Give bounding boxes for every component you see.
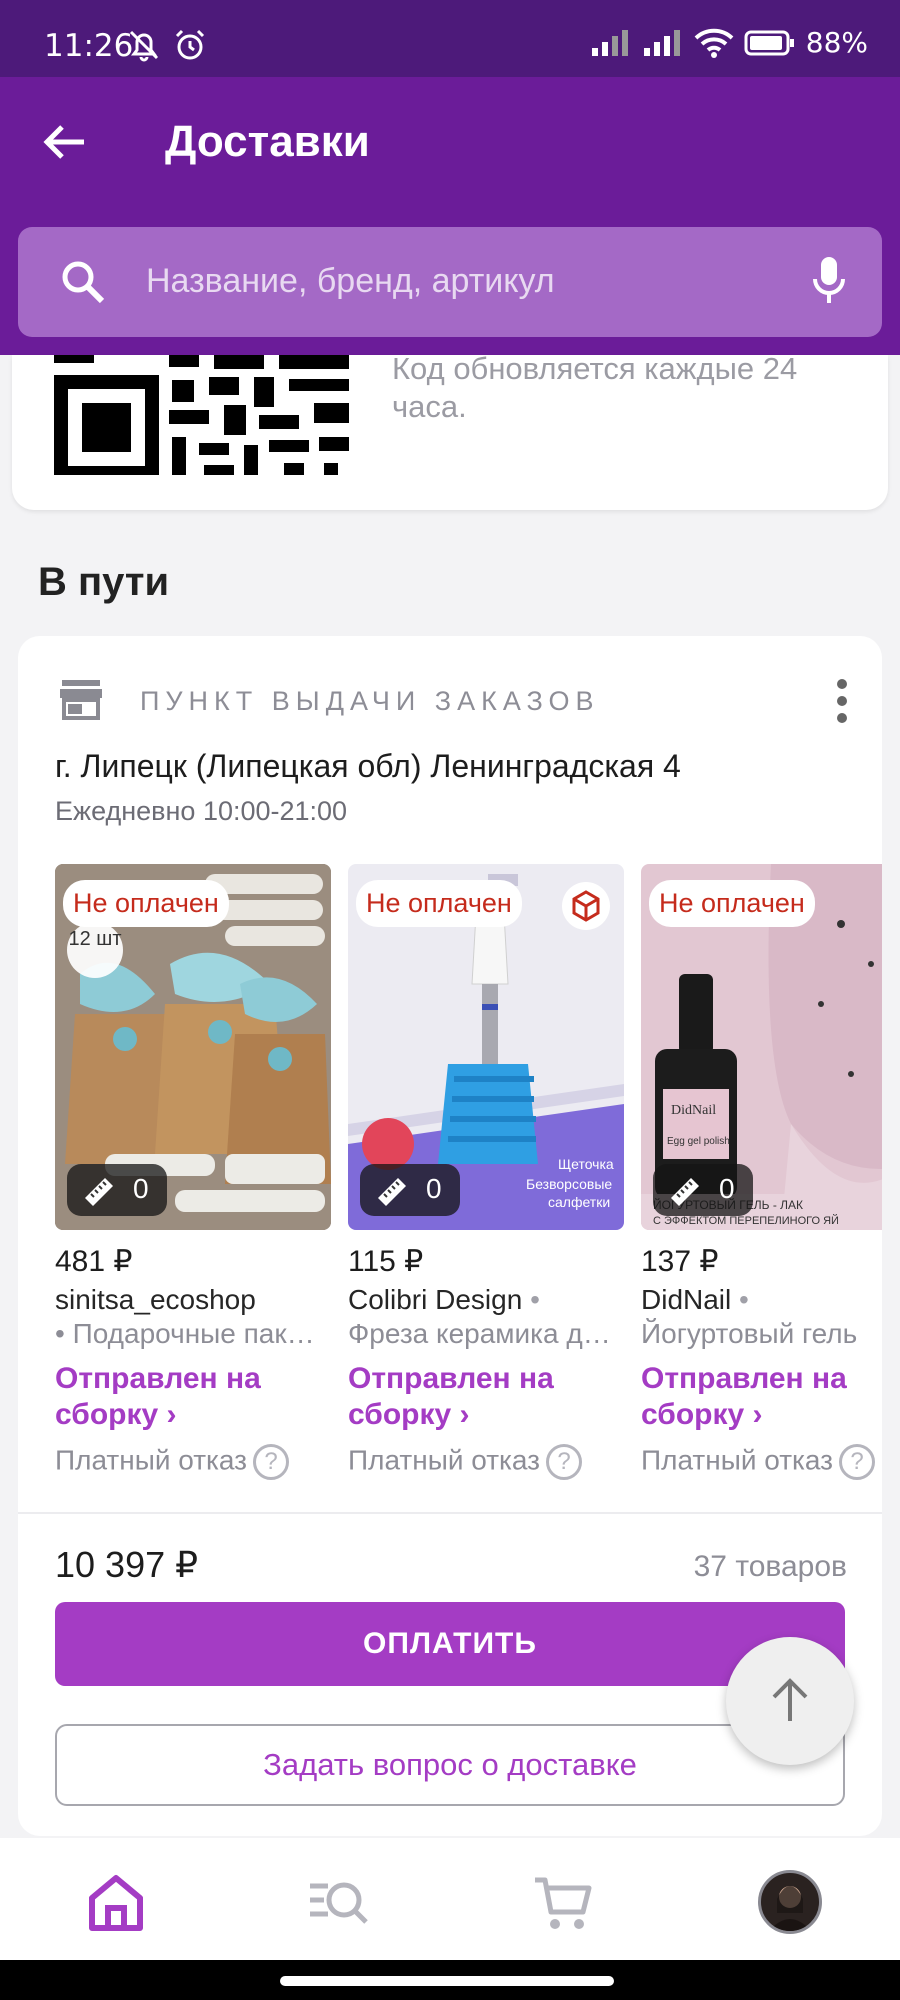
product-price: 137 ₽ <box>641 1245 719 1278</box>
size-pill[interactable]: 0 <box>67 1164 167 1216</box>
size-count: 0 <box>426 1173 442 1204</box>
product-card[interactable]: Щеточка Безворсовые салфетки Не оплачен … <box>348 864 624 1480</box>
store-icon <box>60 680 102 720</box>
battery-icon <box>744 30 794 55</box>
paid-refusal: Платный отказ? <box>55 1444 289 1480</box>
size-pill[interactable]: 0 <box>360 1164 460 1216</box>
size-pill[interactable]: 0 <box>653 1164 753 1216</box>
cube-icon <box>562 882 610 930</box>
app-bar: Доставки <box>0 77 900 355</box>
wifi-icon <box>694 28 734 58</box>
product-description: Йогуртовый гель <box>641 1318 858 1349</box>
paid-refusal: Платный отказ? <box>348 1444 582 1480</box>
svg-text:салфетки: салфетки <box>548 1194 610 1210</box>
seller-name: DidNail <box>641 1284 732 1315</box>
product-status-link[interactable]: Отправлен на сборку › <box>55 1361 331 1433</box>
product-image-gift-bags[interactable]: Не оплачен 12 шт 0 <box>55 864 331 1230</box>
signal-icon <box>591 29 628 56</box>
qr-code-card: Код обновляется каждые 24 часа. <box>12 355 888 510</box>
product-seller: DidNail • <box>641 1284 749 1316</box>
svg-text:DidNail: DidNail <box>671 1103 716 1118</box>
paid-refusal: Платный отказ? <box>641 1444 875 1480</box>
alarm-icon <box>175 29 205 60</box>
search-bar[interactable] <box>18 227 882 337</box>
ask-delivery-question-button[interactable]: Задать вопрос о доставке <box>55 1724 845 1806</box>
status-time: 11:26 <box>44 28 134 64</box>
help-icon[interactable]: ? <box>546 1444 582 1480</box>
order-total: 10 397 ₽ <box>55 1544 199 1585</box>
pickup-hours: Ежедневно 10:00-21:00 <box>55 796 348 826</box>
home-gesture-handle[interactable] <box>280 1976 614 1986</box>
product-price: 115 ₽ <box>348 1245 424 1278</box>
paid-refusal-label: Платный отказ <box>641 1444 833 1476</box>
more-menu-icon[interactable] <box>832 678 852 724</box>
svg-text:Egg gel polish: Egg gel polish <box>667 1136 730 1147</box>
ruler-icon <box>378 1178 406 1206</box>
microphone-icon[interactable] <box>812 255 846 307</box>
help-icon[interactable]: ? <box>839 1444 875 1480</box>
product-card[interactable]: DidNail Egg gel polish ЙОГУРТОВЫЙ ГЕЛЬ -… <box>641 864 882 1480</box>
help-icon[interactable]: ? <box>253 1444 289 1480</box>
qr-code[interactable] <box>54 355 354 475</box>
pickup-address: г. Липецк (Липецкая обл) Ленинградская 4 <box>55 748 681 784</box>
status-bar: 11:26 88% <box>0 0 900 77</box>
product-status-link[interactable]: Отправлен на сборку › <box>348 1361 624 1433</box>
product-card[interactable]: Не оплачен 12 шт 0 481 ₽ sinitsa_ecoshop… <box>55 864 331 1480</box>
ruler-icon <box>85 1178 113 1206</box>
size-count: 0 <box>719 1173 735 1204</box>
pickup-point-label: ПУНКТ ВЫДАЧИ ЗАКАЗОВ <box>140 686 600 716</box>
seller-name: Colibri Design <box>348 1284 523 1315</box>
bottom-navigation <box>0 1838 900 1960</box>
mute-icon <box>129 30 159 62</box>
ruler-icon <box>671 1178 699 1206</box>
catalog-search-icon[interactable] <box>306 1870 370 1934</box>
divider <box>18 1512 882 1514</box>
quantity-badge: 12 шт <box>67 922 123 978</box>
unpaid-badge: Не оплачен <box>356 880 522 927</box>
qr-refresh-note: Код обновляется каждые 24 часа. <box>392 355 798 424</box>
search-icon <box>62 261 105 304</box>
items-count: 37 товаров <box>693 1550 847 1583</box>
search-input[interactable] <box>146 257 786 305</box>
size-count: 0 <box>133 1173 149 1204</box>
separator-dot: • <box>530 1284 540 1315</box>
battery-level: 88% <box>805 26 868 59</box>
system-navigation-bar <box>0 1960 900 2000</box>
product-carousel[interactable]: Не оплачен 12 шт 0 481 ₽ sinitsa_ecoshop… <box>55 864 882 1504</box>
svg-text:Безворсовые: Безворсовые <box>526 1176 612 1192</box>
back-arrow-icon[interactable] <box>40 117 90 167</box>
separator-dot: • <box>739 1284 749 1315</box>
product-seller: sinitsa_ecoshop <box>55 1284 256 1315</box>
paid-refusal-label: Платный отказ <box>55 1444 247 1476</box>
profile-avatar[interactable] <box>758 1870 822 1934</box>
product-image-ceramic-bit[interactable]: Щеточка Безворсовые салфетки Не оплачен … <box>348 864 624 1230</box>
signal-icon-2 <box>643 29 680 56</box>
scroll-to-top-button[interactable] <box>726 1637 854 1765</box>
product-seller: Colibri Design • <box>348 1284 540 1316</box>
page-title: Доставки <box>165 117 370 166</box>
cart-icon[interactable] <box>531 1870 595 1934</box>
home-icon[interactable] <box>84 1870 148 1934</box>
arrow-up-icon <box>772 1678 808 1721</box>
product-image-gel-polish[interactable]: DidNail Egg gel polish ЙОГУРТОВЫЙ ГЕЛЬ -… <box>641 864 882 1230</box>
product-status-link[interactable]: Отправлен на сборку › <box>641 1361 882 1433</box>
unpaid-badge: Не оплачен <box>649 880 815 927</box>
svg-text:Щеточка: Щеточка <box>558 1156 614 1172</box>
paid-refusal-label: Платный отказ <box>348 1444 540 1476</box>
section-title-in-transit: В пути <box>38 560 170 604</box>
product-description: • Подарочные пак… <box>55 1318 315 1349</box>
pay-button[interactable]: ОПЛАТИТЬ <box>55 1602 845 1686</box>
product-price: 481 ₽ <box>55 1245 133 1278</box>
unpaid-badge: Не оплачен <box>63 880 229 927</box>
product-description: Фреза керамика д… <box>348 1318 611 1349</box>
